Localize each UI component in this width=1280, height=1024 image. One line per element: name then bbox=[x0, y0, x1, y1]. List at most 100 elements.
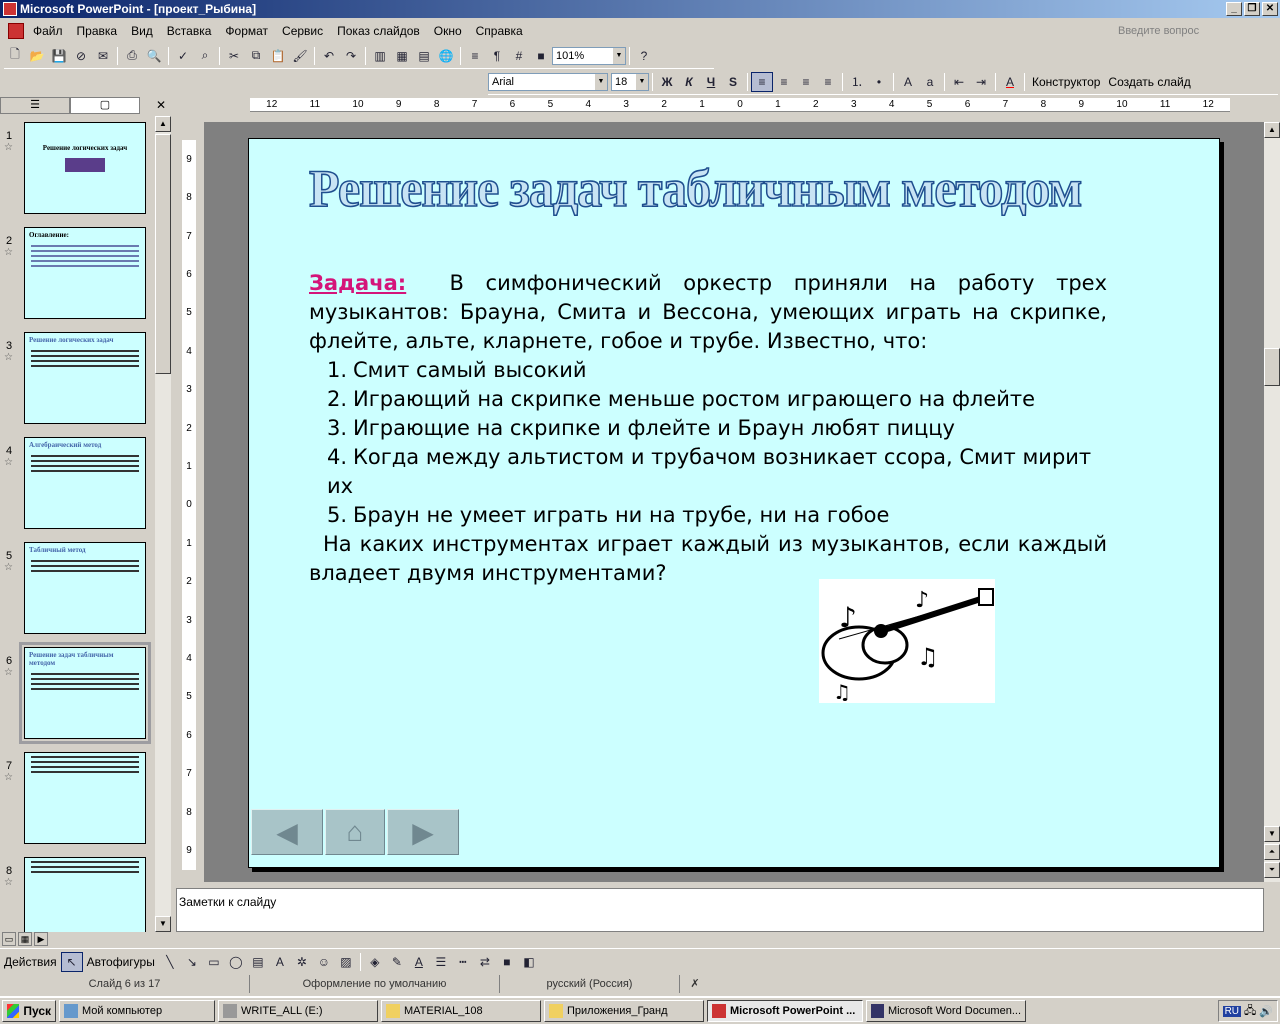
taskbar-item-word[interactable]: Microsoft Word Documen... bbox=[866, 1000, 1026, 1022]
arrow-style-icon[interactable]: ⇄ bbox=[474, 952, 496, 972]
3d-style-icon[interactable]: ◧ bbox=[518, 952, 540, 972]
menu-tools[interactable]: Сервис bbox=[275, 24, 330, 38]
expand-icon[interactable]: ≡ bbox=[464, 46, 486, 66]
menu-window[interactable]: Окно bbox=[427, 24, 469, 38]
slideshow-view-icon[interactable]: ▶ bbox=[34, 932, 48, 946]
new-slide-button[interactable]: Создать слайд bbox=[1104, 75, 1194, 89]
home-slide-button[interactable]: ⌂ bbox=[325, 809, 385, 855]
scroll-down-icon[interactable]: ▼ bbox=[1264, 826, 1280, 842]
previous-slide-button[interactable]: ◀ bbox=[251, 809, 323, 855]
font-color-icon[interactable]: A bbox=[999, 72, 1021, 92]
redo-icon[interactable]: ↷ bbox=[340, 46, 362, 66]
menu-insert[interactable]: Вставка bbox=[160, 24, 219, 38]
line-style-icon[interactable]: ☰ bbox=[430, 952, 452, 972]
grow-font-icon[interactable]: A bbox=[897, 72, 919, 92]
previous-slide-icon[interactable]: ⏶ bbox=[1264, 844, 1280, 860]
table-icon[interactable]: ▦ bbox=[391, 46, 413, 66]
close-button[interactable]: ✕ bbox=[1262, 2, 1278, 16]
start-button[interactable]: Пуск bbox=[2, 1000, 56, 1022]
shrink-font-icon[interactable]: a bbox=[919, 72, 941, 92]
line-icon[interactable]: ╲ bbox=[159, 952, 181, 972]
textbox-icon[interactable]: ▤ bbox=[247, 952, 269, 972]
menu-slideshow[interactable]: Показ слайдов bbox=[330, 24, 427, 38]
undo-icon[interactable]: ↶ bbox=[318, 46, 340, 66]
minimize-button[interactable]: _ bbox=[1226, 2, 1242, 16]
tab-slides[interactable]: ▢ bbox=[70, 96, 140, 114]
slide-scrollbar[interactable]: ▲ ▼ ⏶ ⏷ bbox=[1264, 122, 1280, 882]
oval-icon[interactable]: ◯ bbox=[225, 952, 247, 972]
chart-icon[interactable]: ▥ bbox=[369, 46, 391, 66]
arrow-icon[interactable]: ↘ bbox=[181, 952, 203, 972]
restore-button[interactable]: ❐ bbox=[1244, 2, 1260, 16]
menu-format[interactable]: Формат bbox=[218, 24, 275, 38]
thumbnail-1[interactable]: 1 ☆ Решение логических задач bbox=[0, 122, 155, 222]
network-icon[interactable]: 🖧 bbox=[1244, 1002, 1256, 1021]
open-icon[interactable]: 📂 bbox=[26, 46, 48, 66]
document-icon[interactable] bbox=[8, 23, 24, 39]
thumbnail-3[interactable]: 3 ☆ Решение логических задач bbox=[0, 332, 155, 432]
bullets-icon[interactable]: • bbox=[868, 72, 890, 92]
help-icon[interactable]: ? bbox=[633, 46, 655, 66]
diagram-icon[interactable]: ✲ bbox=[291, 952, 313, 972]
color-icon[interactable]: ■ bbox=[530, 46, 552, 66]
slide-notes[interactable]: Заметки к слайду bbox=[176, 888, 1264, 932]
email-icon[interactable]: ✉ bbox=[92, 46, 114, 66]
menu-file[interactable]: Файл bbox=[26, 24, 70, 38]
thumbnail-6[interactable]: 6 ☆ Решение задач табличным методом bbox=[0, 642, 155, 747]
align-left-icon[interactable]: ≡ bbox=[751, 71, 773, 92]
format-painter-icon[interactable]: 🖌 bbox=[289, 46, 311, 66]
grid-icon[interactable]: # bbox=[508, 46, 530, 66]
research-icon[interactable]: ⌕ bbox=[194, 46, 216, 66]
scroll-up-icon[interactable]: ▲ bbox=[155, 116, 171, 132]
dash-style-icon[interactable]: ┅ bbox=[452, 952, 474, 972]
language-indicator[interactable]: RU bbox=[1222, 1005, 1242, 1017]
actions-menu[interactable]: Действия bbox=[0, 955, 61, 969]
paste-icon[interactable]: 📋 bbox=[267, 46, 289, 66]
permission-icon[interactable]: ⊘ bbox=[70, 46, 92, 66]
tables-borders-icon[interactable]: ▤ bbox=[413, 46, 435, 66]
preview-icon[interactable]: 🔍 bbox=[143, 46, 165, 66]
taskbar-item-powerpoint[interactable]: Microsoft PowerPoint ... bbox=[707, 1000, 863, 1022]
numbering-icon[interactable]: ⒈ bbox=[846, 72, 868, 92]
slide-title[interactable]: Решение задач табличным методом bbox=[308, 158, 1083, 219]
clipart-icon[interactable]: ☺ bbox=[313, 952, 335, 972]
taskbar-item-my-computer[interactable]: Мой компьютер bbox=[59, 1000, 215, 1022]
volume-icon[interactable]: 🔊 bbox=[1259, 1005, 1273, 1018]
print-icon[interactable]: ⎙ bbox=[121, 46, 143, 66]
taskbar-item-write-all[interactable]: WRITE_ALL (E:) bbox=[218, 1000, 378, 1022]
scroll-down-icon[interactable]: ▼ bbox=[155, 916, 171, 932]
thumbnail-7[interactable]: 7 ☆ bbox=[0, 752, 155, 852]
select-pointer-icon[interactable]: ↖ bbox=[60, 951, 83, 972]
ask-question-input[interactable]: Введите вопрос bbox=[1118, 22, 1268, 40]
copy-icon[interactable]: ⧉ bbox=[245, 46, 267, 66]
justify-icon[interactable]: ≡ bbox=[817, 72, 839, 92]
slide-body[interactable]: Задача: В симфонический оркестр приняли … bbox=[309, 269, 1107, 588]
scroll-thumb[interactable] bbox=[1264, 348, 1280, 386]
text-color-icon[interactable]: A bbox=[408, 952, 430, 972]
wordart-icon[interactable]: A bbox=[269, 952, 291, 972]
font-select[interactable]: Arial ▼ bbox=[488, 72, 608, 91]
formatting-icon[interactable]: ¶ bbox=[486, 46, 508, 66]
spelling-icon[interactable]: ✓ bbox=[172, 46, 194, 66]
underline-button[interactable]: Ч bbox=[700, 72, 722, 92]
fill-color-icon[interactable]: ◈ bbox=[364, 952, 386, 972]
zoom-select[interactable]: 101% ▼ bbox=[552, 46, 626, 65]
slide-canvas[interactable]: Решение задач табличным методом Задача: … bbox=[248, 138, 1220, 868]
menu-edit[interactable]: Правка bbox=[70, 24, 125, 38]
align-center-icon[interactable]: ≡ bbox=[773, 72, 795, 92]
thumbnail-5[interactable]: 5 ☆ Табличный метод bbox=[0, 542, 155, 642]
taskbar-item-material[interactable]: MATERIAL_108 bbox=[381, 1000, 541, 1022]
bold-button[interactable]: Ж bbox=[656, 72, 678, 92]
menu-help[interactable]: Справка bbox=[469, 24, 530, 38]
shadow-style-icon[interactable]: ■ bbox=[496, 952, 518, 972]
italic-button[interactable]: К bbox=[678, 72, 700, 92]
taskbar-item-apps-grand[interactable]: Приложения_Гранд bbox=[544, 1000, 704, 1022]
close-icon[interactable]: ✕ bbox=[156, 98, 166, 112]
font-size-select[interactable]: 18 ▼ bbox=[611, 72, 649, 91]
thumbnail-2[interactable]: 2 ☆ Оглавление: bbox=[0, 227, 155, 327]
scroll-thumb[interactable] bbox=[155, 134, 171, 374]
picture-icon[interactable]: ▨ bbox=[335, 952, 357, 972]
rectangle-icon[interactable]: ▭ bbox=[203, 952, 225, 972]
thumbnail-4[interactable]: 4 ☆ Алгебраический метод bbox=[0, 437, 155, 537]
save-icon[interactable]: 💾 bbox=[48, 46, 70, 66]
